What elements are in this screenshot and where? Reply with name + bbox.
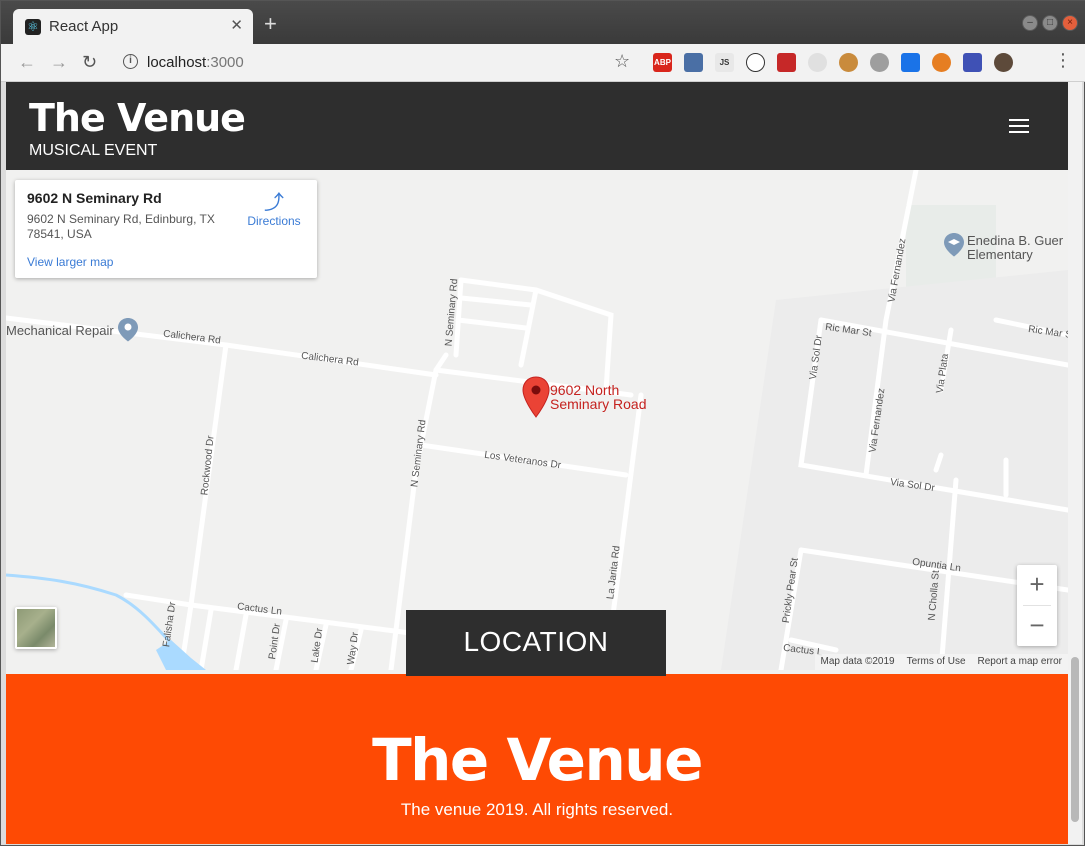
adblock-icon[interactable]: ABP — [653, 53, 672, 72]
reload-icon[interactable]: ↻ — [82, 52, 97, 72]
extension-icon[interactable] — [932, 53, 951, 72]
view-larger-map-link[interactable]: View larger map — [27, 255, 113, 269]
school-label[interactable]: Enedina B. Guer Elementary — [967, 234, 1063, 262]
browser-menu-icon[interactable]: ⋮ — [1054, 51, 1072, 69]
satellite-toggle-button[interactable] — [15, 607, 57, 649]
footer-copyright: The venue 2019. All rights reserved. — [400, 800, 674, 819]
report-error-link[interactable]: Report a map error — [978, 656, 1062, 668]
school-label-line: Enedina B. Guer — [967, 233, 1064, 248]
tab-title: React App — [49, 18, 119, 35]
pin-label-line: Seminary Road — [550, 396, 647, 412]
close-tab-icon[interactable]: ✕ — [230, 16, 243, 34]
react-icon: ⚛ — [25, 19, 41, 35]
site-footer: The Venue The venue 2019. All rights res… — [6, 674, 1068, 844]
zoom-in-button[interactable]: + — [1017, 565, 1057, 605]
maximize-button[interactable]: □ — [1042, 15, 1058, 31]
cookie-icon[interactable] — [839, 53, 858, 72]
bookmark-star-icon[interactable]: ☆ — [614, 51, 630, 72]
page-scrollbar[interactable] — [1068, 82, 1082, 844]
title-bar: ⚛ React App ✕ + – □ × — [1, 1, 1085, 44]
page-viewport: The Venue MUSICAL EVENT Mechanical Repai… — [6, 82, 1068, 844]
footer-logo: The Venue — [372, 726, 703, 794]
extension-icon[interactable] — [746, 53, 765, 72]
extension-icon[interactable] — [777, 53, 796, 72]
extension-icon[interactable] — [901, 53, 920, 72]
google-map[interactable]: Mechanical Repair Calichera Rd Calichera… — [6, 170, 1068, 670]
browser-tab[interactable]: ⚛ React App ✕ — [13, 9, 253, 44]
url-host: localhost — [147, 54, 207, 71]
extension-icon[interactable] — [684, 53, 703, 72]
forward-arrow-icon[interactable]: → — [50, 52, 68, 72]
poi-label[interactable]: Mechanical Repair — [6, 323, 114, 338]
zoom-out-button[interactable]: − — [1017, 606, 1057, 646]
back-arrow-icon[interactable]: ← — [18, 52, 36, 72]
pin-label-line: 9602 North — [550, 382, 620, 398]
school-label-line: Elementary — [967, 247, 1033, 262]
browser-window: ⚛ React App ✕ + – □ × ← → ↻ i localhost:… — [0, 0, 1085, 846]
save-icon[interactable] — [963, 53, 982, 72]
address-bar[interactable]: localhost:3000 — [147, 54, 244, 71]
extension-icon[interactable] — [808, 53, 827, 72]
map-attribution: Map data ©2019 Terms of Use Report a map… — [814, 654, 1068, 670]
site-header: The Venue MUSICAL EVENT — [6, 82, 1068, 170]
minimize-button[interactable]: – — [1022, 15, 1038, 31]
directions-button[interactable]: ⤴ Directions — [244, 192, 304, 228]
url-port: :3000 — [206, 54, 244, 71]
window-controls: – □ × — [1022, 15, 1078, 31]
place-info-card: 9602 N Seminary Rd 9602 N Seminary Rd, E… — [15, 180, 317, 278]
place-title: 9602 N Seminary Rd — [27, 190, 162, 206]
zoom-control: + − — [1017, 565, 1057, 646]
avatar[interactable] — [994, 53, 1013, 72]
scrollbar-thumb[interactable] — [1071, 657, 1079, 822]
extensions-bar: ABP JS — [653, 53, 1013, 72]
directions-label: Directions — [247, 214, 301, 228]
place-address: 9602 N Seminary Rd, Edinburg, TX 78541, … — [27, 212, 215, 241]
new-tab-button[interactable]: + — [264, 13, 277, 35]
directions-icon: ⤴ — [264, 192, 284, 214]
site-logo[interactable]: The Venue — [29, 96, 246, 140]
site-subtitle: MUSICAL EVENT — [29, 142, 158, 159]
location-heading: LOCATION — [406, 610, 666, 676]
extension-icon[interactable] — [870, 53, 889, 72]
js-extension-icon[interactable]: JS — [715, 53, 734, 72]
pin-label[interactable]: 9602 North Seminary Road — [550, 383, 647, 411]
terms-link[interactable]: Terms of Use — [907, 656, 966, 668]
info-icon[interactable]: i — [123, 54, 138, 69]
close-window-button[interactable]: × — [1062, 15, 1078, 31]
browser-toolbar: ← → ↻ i localhost:3000 ☆ ABP JS ⋮ — [1, 44, 1085, 82]
hamburger-menu-icon[interactable] — [1009, 119, 1029, 137]
map-data-text: Map data ©2019 — [820, 656, 895, 667]
